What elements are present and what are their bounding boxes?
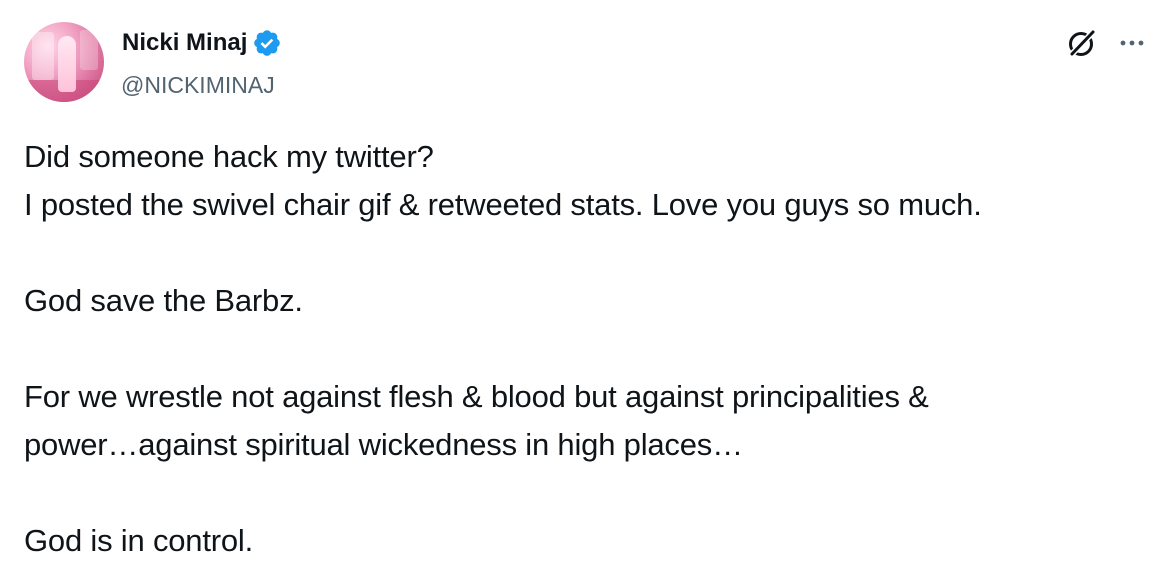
tweet-text-line: God save the Barbz. — [24, 283, 303, 318]
author-name-row: Nicki Minaj — [122, 27, 282, 59]
tweet-text-line: God is in control. — [24, 523, 254, 558]
avatar-background-shape — [80, 30, 98, 70]
more-options-icon[interactable] — [1116, 27, 1148, 59]
tweet-text: Did someone hack my twitter? I posted th… — [24, 133, 1144, 565]
author-handle[interactable]: @NICKIMINAJ — [121, 70, 275, 100]
tweet-text-line: power…against spiritual wickedness in hi… — [24, 427, 743, 462]
tweet-text-line: Did someone hack my twitter? — [24, 139, 434, 174]
avatar-background-shape — [32, 32, 54, 80]
verified-badge-icon[interactable] — [252, 28, 282, 58]
author-display-name[interactable]: Nicki Minaj — [122, 27, 247, 59]
avatar[interactable] — [24, 22, 104, 102]
tweet-text-line: For we wrestle not against flesh & blood… — [24, 379, 929, 414]
grok-icon[interactable] — [1066, 27, 1098, 59]
avatar-figure — [58, 36, 76, 92]
tweet-card: Nicki Minaj @NICKIMINAJ Did someone hack… — [0, 0, 1164, 578]
tweet-text-line: I posted the swivel chair gif & retweete… — [24, 187, 982, 222]
